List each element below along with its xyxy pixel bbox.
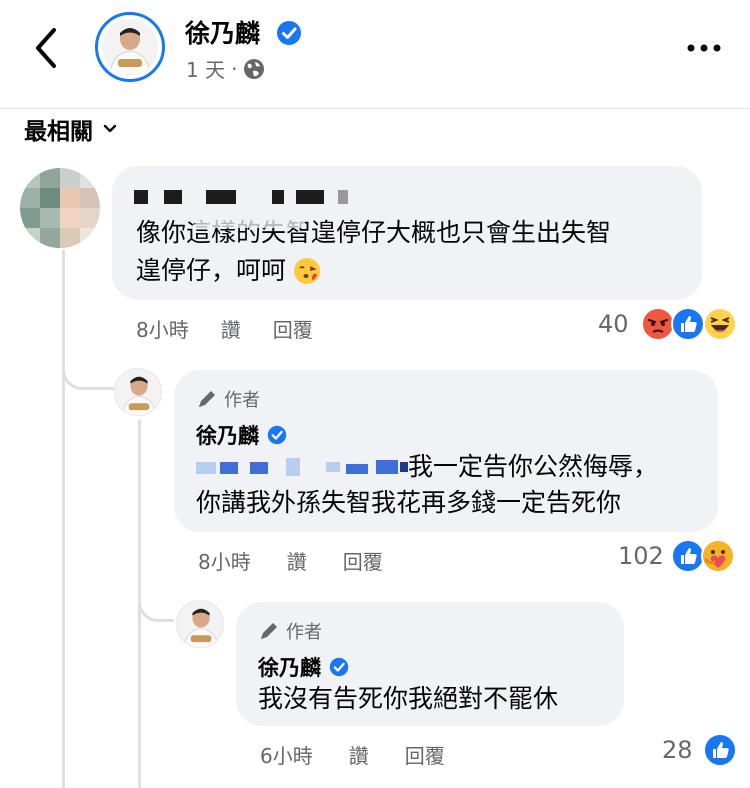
redacted-name bbox=[134, 190, 434, 206]
comment-line: 遑停仔，呵呵 bbox=[136, 256, 287, 285]
thread-connector bbox=[62, 360, 114, 390]
reply-line: 我沒有告死你我絕對不罷休 bbox=[258, 684, 559, 713]
reply-actions: 8小時 讚 回覆 bbox=[198, 546, 383, 575]
like-icon[interactable] bbox=[702, 732, 738, 768]
more-options-button[interactable] bbox=[686, 40, 722, 54]
author-avatar[interactable] bbox=[176, 600, 224, 648]
reply-text: 我一定告你公然侮辱， bbox=[408, 448, 708, 486]
redacted-mention bbox=[196, 458, 408, 476]
post-meta: 1 天 · bbox=[186, 54, 265, 83]
reply-actions: 6小時 讚 回覆 bbox=[260, 740, 445, 769]
redaction-smudge bbox=[195, 214, 305, 228]
thread-line bbox=[62, 250, 65, 788]
pencil-icon bbox=[199, 391, 215, 407]
post-time[interactable]: 1 天 bbox=[186, 54, 225, 83]
avatar-image bbox=[177, 601, 223, 647]
verified-badge-icon bbox=[329, 657, 349, 677]
avatar-image bbox=[115, 369, 161, 415]
reply-line: 我一定告你公然侮辱， bbox=[408, 452, 659, 481]
like-button[interactable]: 讚 bbox=[221, 314, 241, 343]
page-name[interactable]: 徐乃麟 bbox=[185, 14, 260, 50]
like-button[interactable]: 讚 bbox=[287, 546, 307, 575]
back-button[interactable] bbox=[28, 24, 68, 72]
commenter-avatar[interactable] bbox=[20, 168, 100, 248]
reply-text: 你講我外孫失智我花再多錢一定告死你 bbox=[196, 484, 706, 522]
globe-icon bbox=[244, 58, 265, 79]
reply-time[interactable]: 8小時 bbox=[198, 546, 251, 575]
reaction-summary[interactable] bbox=[640, 306, 740, 342]
reaction-count[interactable]: 28 bbox=[662, 736, 693, 764]
reply-author-name[interactable]: 徐乃麟 bbox=[258, 652, 321, 682]
sort-selector[interactable]: 最相關 bbox=[24, 112, 117, 146]
reaction-summary[interactable] bbox=[670, 538, 740, 574]
avatar-image bbox=[20, 168, 100, 248]
author-tag-label: 作者 bbox=[224, 390, 260, 411]
comment-time[interactable]: 8小時 bbox=[136, 314, 189, 343]
kiss-emoji-icon bbox=[294, 258, 321, 284]
verified-badge-icon bbox=[267, 425, 287, 445]
more-dots-icon bbox=[687, 44, 721, 52]
author-tag: 作者 bbox=[196, 386, 260, 412]
meta-separator: · bbox=[231, 56, 238, 81]
reply-text: 我沒有告死你我絕對不罷休 bbox=[258, 680, 618, 718]
like-icon bbox=[671, 307, 705, 341]
profile-avatar[interactable] bbox=[95, 12, 165, 82]
comment-actions: 8小時 讚 回覆 bbox=[136, 314, 313, 343]
author-tag: 作者 bbox=[258, 618, 322, 644]
reply-button[interactable]: 回覆 bbox=[405, 740, 445, 769]
reply-bubble[interactable]: 作者 徐乃麟 我沒有告死你我絕對不罷休 bbox=[236, 602, 624, 726]
author-avatar[interactable] bbox=[114, 368, 162, 416]
pencil-icon bbox=[261, 623, 277, 639]
chevron-left-icon bbox=[36, 28, 56, 68]
header-divider bbox=[0, 108, 750, 109]
comment-bubble[interactable]: 像你這樣的失智遑停仔大概也只會生出失智 遑停仔，呵呵 bbox=[112, 166, 702, 300]
thread-connector bbox=[138, 592, 174, 622]
reaction-count[interactable]: 40 bbox=[598, 310, 629, 338]
reply-author-name[interactable]: 徐乃麟 bbox=[196, 420, 259, 450]
reply-button[interactable]: 回覆 bbox=[273, 314, 313, 343]
reply-author: 徐乃麟 bbox=[258, 652, 349, 682]
reply-author: 徐乃麟 bbox=[196, 420, 287, 450]
avatar-image bbox=[102, 19, 158, 75]
like-button[interactable]: 讚 bbox=[349, 740, 369, 769]
reply-bubble[interactable]: 作者 徐乃麟 我一定告你公然侮辱， 你講我外孫失智我花再多錢一定告死你 bbox=[174, 370, 718, 532]
reply-line: 你講我外孫失智我花再多錢一定告死你 bbox=[196, 488, 622, 517]
verified-badge-icon bbox=[277, 21, 301, 45]
haha-icon bbox=[703, 307, 737, 341]
care-icon bbox=[701, 539, 735, 573]
chevron-down-icon bbox=[103, 124, 117, 133]
reply-time[interactable]: 6小時 bbox=[260, 740, 313, 769]
reaction-count[interactable]: 102 bbox=[618, 542, 664, 570]
reply-button[interactable]: 回覆 bbox=[343, 546, 383, 575]
author-tag-label: 作者 bbox=[286, 622, 322, 643]
sort-label: 最相關 bbox=[24, 119, 93, 145]
